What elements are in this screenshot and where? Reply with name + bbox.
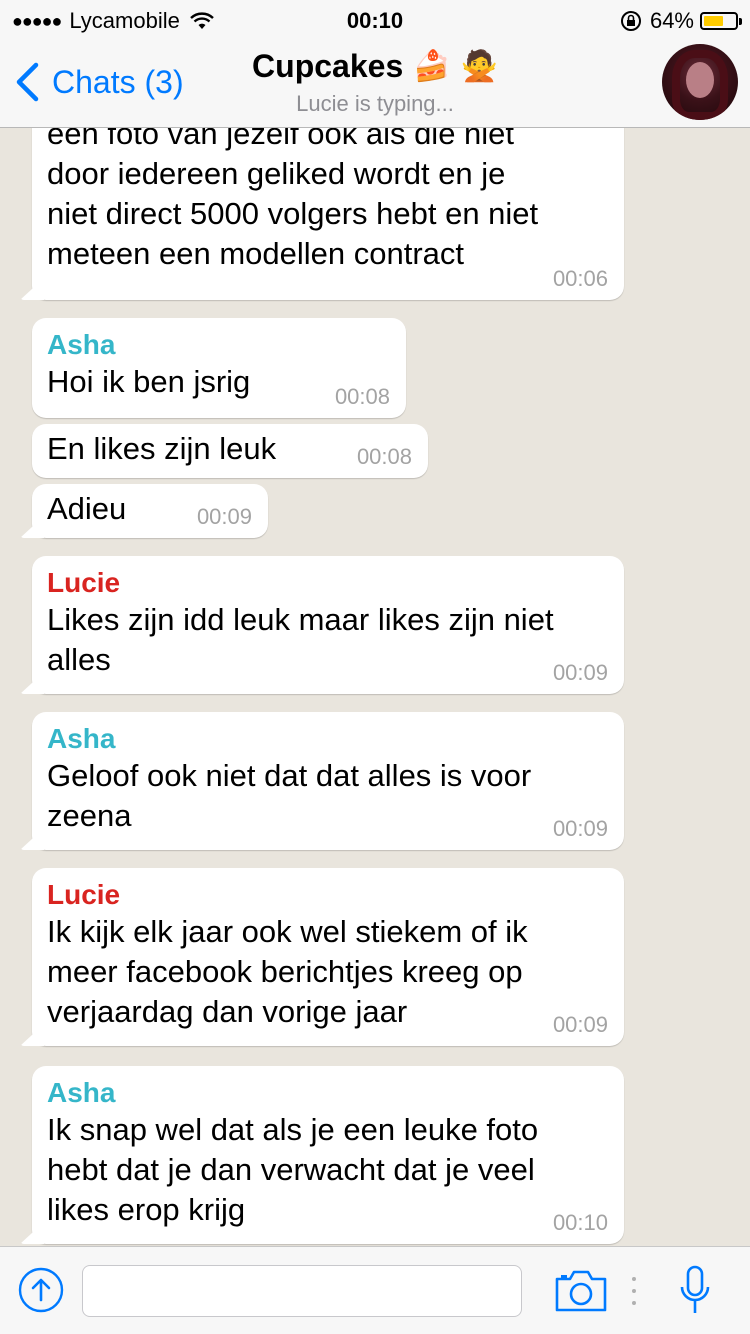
- more-dots-icon: [632, 1277, 636, 1305]
- message-text: Ik snap wel dat als je een leuke foto he…: [47, 1112, 539, 1227]
- no-gesture-emoji-icon: 🙅: [460, 50, 498, 83]
- message-bubble[interactable]: Asha Hoi ik ben jsrig 00:08: [32, 318, 406, 418]
- message-bubble[interactable]: een foto van jezelf ook als die niet doo…: [32, 128, 624, 300]
- message-text: Geloof ook niet dat dat alles is voor ze…: [47, 758, 532, 833]
- sender-name: Lucie: [47, 879, 121, 910]
- message-bubble[interactable]: Lucie Likes zijn idd leuk maar likes zij…: [32, 556, 624, 694]
- battery-level: [704, 16, 724, 26]
- message-bubble[interactable]: Adieu 00:09: [32, 484, 268, 538]
- cake-emoji-icon: 🍰: [413, 50, 451, 83]
- message-time: 00:08: [356, 444, 412, 469]
- status-bar: ●●●●● Lycamobile 00:10 64%: [0, 0, 750, 40]
- avatar-face: [686, 62, 714, 98]
- rotation-lock-icon: [620, 11, 641, 31]
- group-avatar[interactable]: [662, 44, 738, 120]
- share-upload-icon[interactable]: [18, 1267, 64, 1313]
- message-text: Likes zijn idd leuk maar likes zijn niet…: [47, 602, 554, 677]
- nav-bar: Chats (3) Cupcakes 🍰 🙅 Lucie is typing..…: [0, 40, 750, 128]
- sender-name: Asha: [47, 1077, 116, 1108]
- chat-title-text: Cupcakes: [252, 48, 404, 84]
- message-time: 00:09: [196, 504, 252, 529]
- message-bubble[interactable]: En likes zijn leuk 00:08: [32, 424, 428, 478]
- camera-icon[interactable]: [554, 1267, 608, 1313]
- message-bubble[interactable]: Asha Ik snap wel dat als je een leuke fo…: [32, 1066, 624, 1244]
- message-input[interactable]: [82, 1265, 522, 1317]
- chat-header[interactable]: Cupcakes 🍰 🙅 Lucie is typing...: [0, 48, 750, 117]
- message-time: 00:10: [552, 1210, 608, 1235]
- message-time: 00:08: [334, 384, 390, 409]
- input-bar: [0, 1246, 750, 1334]
- sender-name: Asha: [47, 723, 116, 754]
- message-time: 00:09: [552, 1012, 608, 1037]
- message-time: 00:09: [552, 660, 608, 685]
- message-list[interactable]: een foto van jezelf ook als die niet doo…: [0, 128, 750, 1246]
- message-text: een foto van jezelf ook als die niet doo…: [47, 128, 539, 271]
- message-time: 00:09: [552, 816, 608, 841]
- battery-icon: [700, 12, 742, 30]
- status-right: 64%: [620, 8, 742, 34]
- microphone-icon[interactable]: [678, 1265, 712, 1317]
- chat-title: Cupcakes 🍰 🙅: [252, 48, 498, 85]
- typing-status: Lucie is typing...: [296, 91, 454, 116]
- sender-name: Asha: [47, 329, 116, 360]
- battery-percent: 64%: [649, 8, 694, 33]
- message-bubble[interactable]: Asha Geloof ook niet dat dat alles is vo…: [32, 712, 624, 850]
- message-bubble[interactable]: Lucie Ik kijk elk jaar ook wel stiekem o…: [32, 868, 624, 1046]
- sender-name: Lucie: [47, 567, 121, 598]
- message-text: Ik kijk elk jaar ook wel stiekem of ik m…: [47, 914, 528, 1029]
- message-time: 00:06: [552, 266, 608, 291]
